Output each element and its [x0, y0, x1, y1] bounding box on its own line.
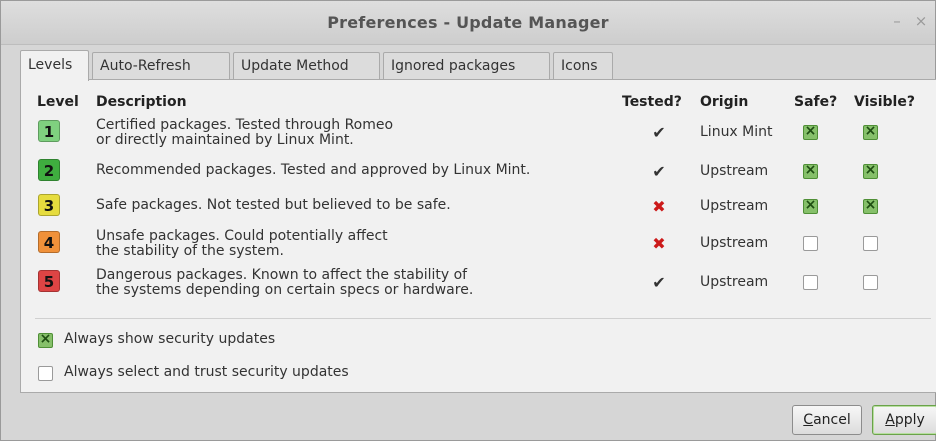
safe-checkbox[interactable]	[803, 197, 818, 214]
visible-checkbox[interactable]	[863, 197, 878, 214]
origin-label: Linux Mint	[700, 124, 773, 140]
visible-checkbox[interactable]	[863, 236, 878, 251]
level-badge: 5	[38, 270, 60, 292]
header-level: Level	[37, 94, 79, 110]
close-icon[interactable]: ×	[911, 11, 931, 31]
levels-panel: Level Description Tested? Origin Safe? V…	[20, 79, 936, 393]
separator	[35, 318, 931, 319]
description-line: Safe packages. Not tested but believed t…	[96, 197, 451, 213]
origin-label: Upstream	[700, 235, 769, 251]
level-description: Certified packages. Tested through Romeo…	[96, 118, 393, 148]
visible-checkbox[interactable]	[863, 123, 878, 140]
cross-icon: ✖	[652, 197, 666, 216]
tab-ignored-packages[interactable]: Ignored packages	[383, 52, 550, 79]
check-icon: ✔	[652, 273, 666, 292]
tab-auto-refresh[interactable]: Auto-Refresh	[92, 52, 230, 79]
level-description: Recommended packages. Tested and approve…	[96, 163, 530, 178]
cancel-mnemonic: C	[803, 412, 814, 428]
always-show-security-checkbox[interactable]	[38, 331, 53, 348]
minimize-icon[interactable]: –	[887, 11, 907, 31]
header-safe: Safe?	[794, 94, 838, 110]
safe-checkbox[interactable]	[803, 123, 818, 140]
origin-label: Upstream	[700, 198, 769, 214]
level-badge: 2	[38, 159, 60, 181]
level-badge: 1	[38, 120, 60, 142]
level-badge: 3	[38, 194, 60, 216]
level-description: Safe packages. Not tested but believed t…	[96, 198, 451, 213]
always-select-security-label: Always select and trust security updates	[64, 364, 349, 380]
header-origin: Origin	[700, 94, 749, 110]
cross-icon: ✖	[652, 234, 666, 253]
cancel-label: ancel	[813, 412, 851, 428]
tab-update-method[interactable]: Update Method	[233, 52, 380, 79]
tab-levels[interactable]: Levels	[20, 50, 89, 81]
always-select-security-checkbox[interactable]	[38, 366, 53, 381]
header-tested: Tested?	[622, 94, 682, 110]
description-line: Unsafe packages. Could potentially affec…	[96, 228, 388, 244]
description-line: Recommended packages. Tested and approve…	[96, 162, 531, 178]
preferences-window: Preferences - Update Manager – × Levels …	[0, 0, 936, 441]
level-description: Unsafe packages. Could potentially affec…	[96, 229, 388, 259]
apply-button[interactable]: Apply	[872, 405, 936, 435]
description-line: Certified packages. Tested through Romeo	[96, 117, 394, 133]
header-description: Description	[96, 94, 187, 110]
check-icon: ✔	[652, 123, 666, 142]
origin-label: Upstream	[700, 163, 769, 179]
safe-checkbox[interactable]	[803, 275, 818, 290]
apply-label: pply	[894, 412, 925, 428]
description-line: or directly maintained by Linux Mint.	[96, 132, 354, 148]
tab-icons[interactable]: Icons	[553, 52, 613, 79]
check-icon: ✔	[652, 162, 666, 181]
always-show-security-label: Always show security updates	[64, 331, 276, 347]
safe-checkbox[interactable]	[803, 162, 818, 179]
cancel-button[interactable]: Cancel	[792, 405, 862, 435]
description-line: Dangerous packages. Known to affect the …	[96, 267, 468, 283]
level-badge: 4	[38, 231, 60, 253]
description-line: the systems depending on certain specs o…	[96, 282, 474, 298]
visible-checkbox[interactable]	[863, 162, 878, 179]
visible-checkbox[interactable]	[863, 275, 878, 290]
apply-mnemonic: A	[885, 412, 895, 428]
window-title: Preferences - Update Manager	[327, 13, 609, 32]
safe-checkbox[interactable]	[803, 236, 818, 251]
title-bar[interactable]: Preferences - Update Manager – ×	[1, 1, 935, 45]
level-description: Dangerous packages. Known to affect the …	[96, 268, 473, 298]
origin-label: Upstream	[700, 274, 769, 290]
header-visible: Visible?	[854, 94, 915, 110]
description-line: the stability of the system.	[96, 243, 285, 259]
